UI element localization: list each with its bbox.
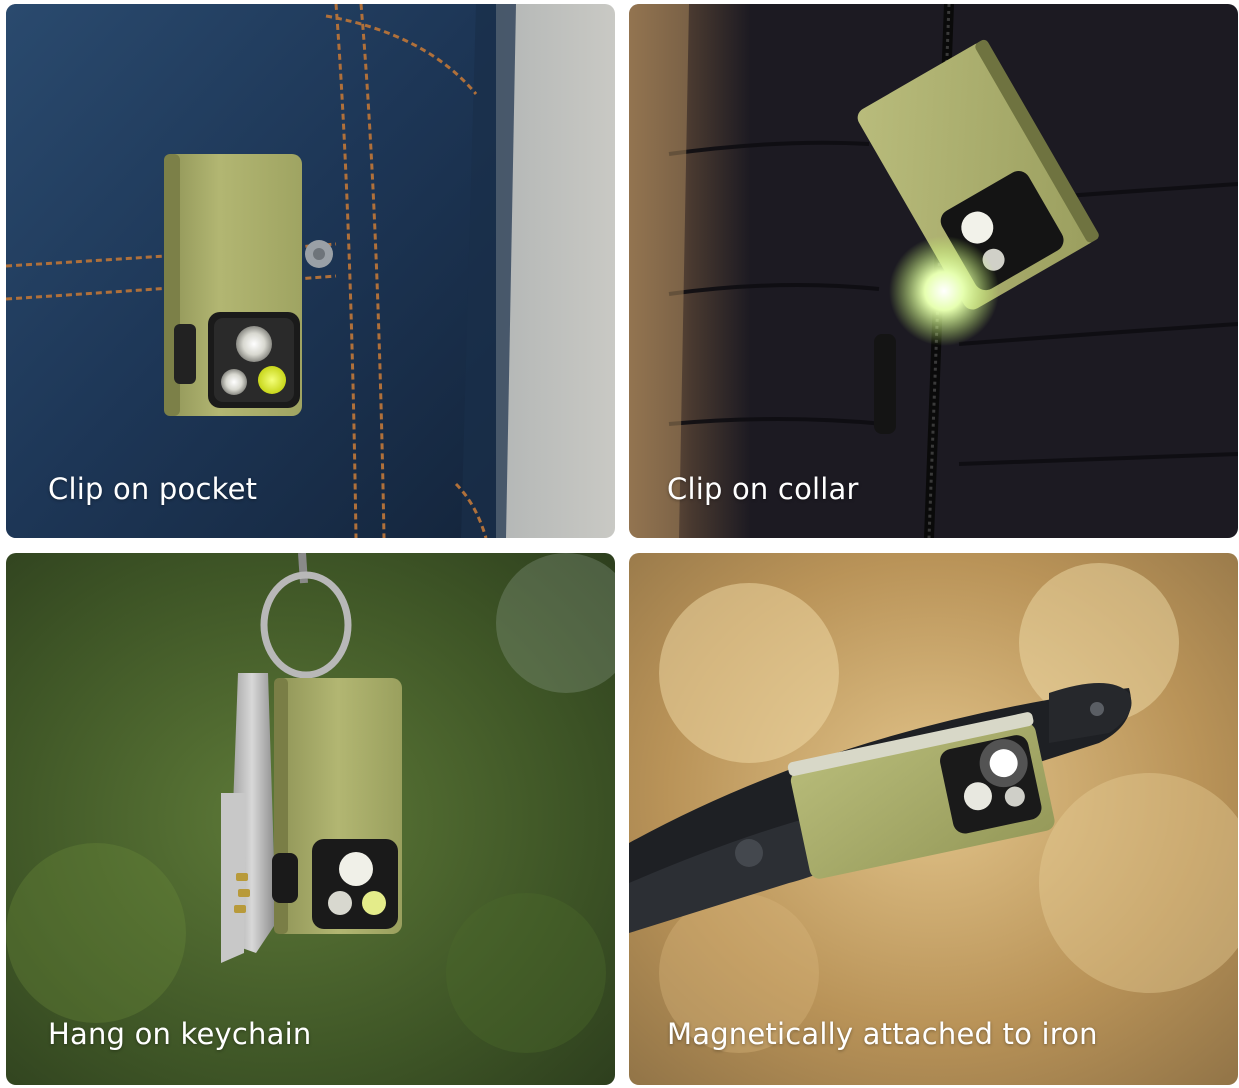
caption-magnetically-attached: Magnetically attached to iron [667,1017,1098,1051]
caption-clip-on-collar: Clip on collar [667,472,859,506]
photo-panel-keychain: Hang on keychain [6,553,615,1085]
photo-panel-pocket: Clip on pocket [6,4,615,538]
pocket-photo [6,4,615,538]
iron-photo [629,553,1238,1085]
caption-hang-on-keychain: Hang on keychain [48,1017,312,1051]
photo-panel-iron: Magnetically attached to iron [629,553,1238,1085]
collar-photo [629,4,1238,538]
photo-panel-collar: Clip on collar [629,4,1238,538]
caption-clip-on-pocket: Clip on pocket [48,472,258,506]
keychain-photo [6,553,615,1085]
